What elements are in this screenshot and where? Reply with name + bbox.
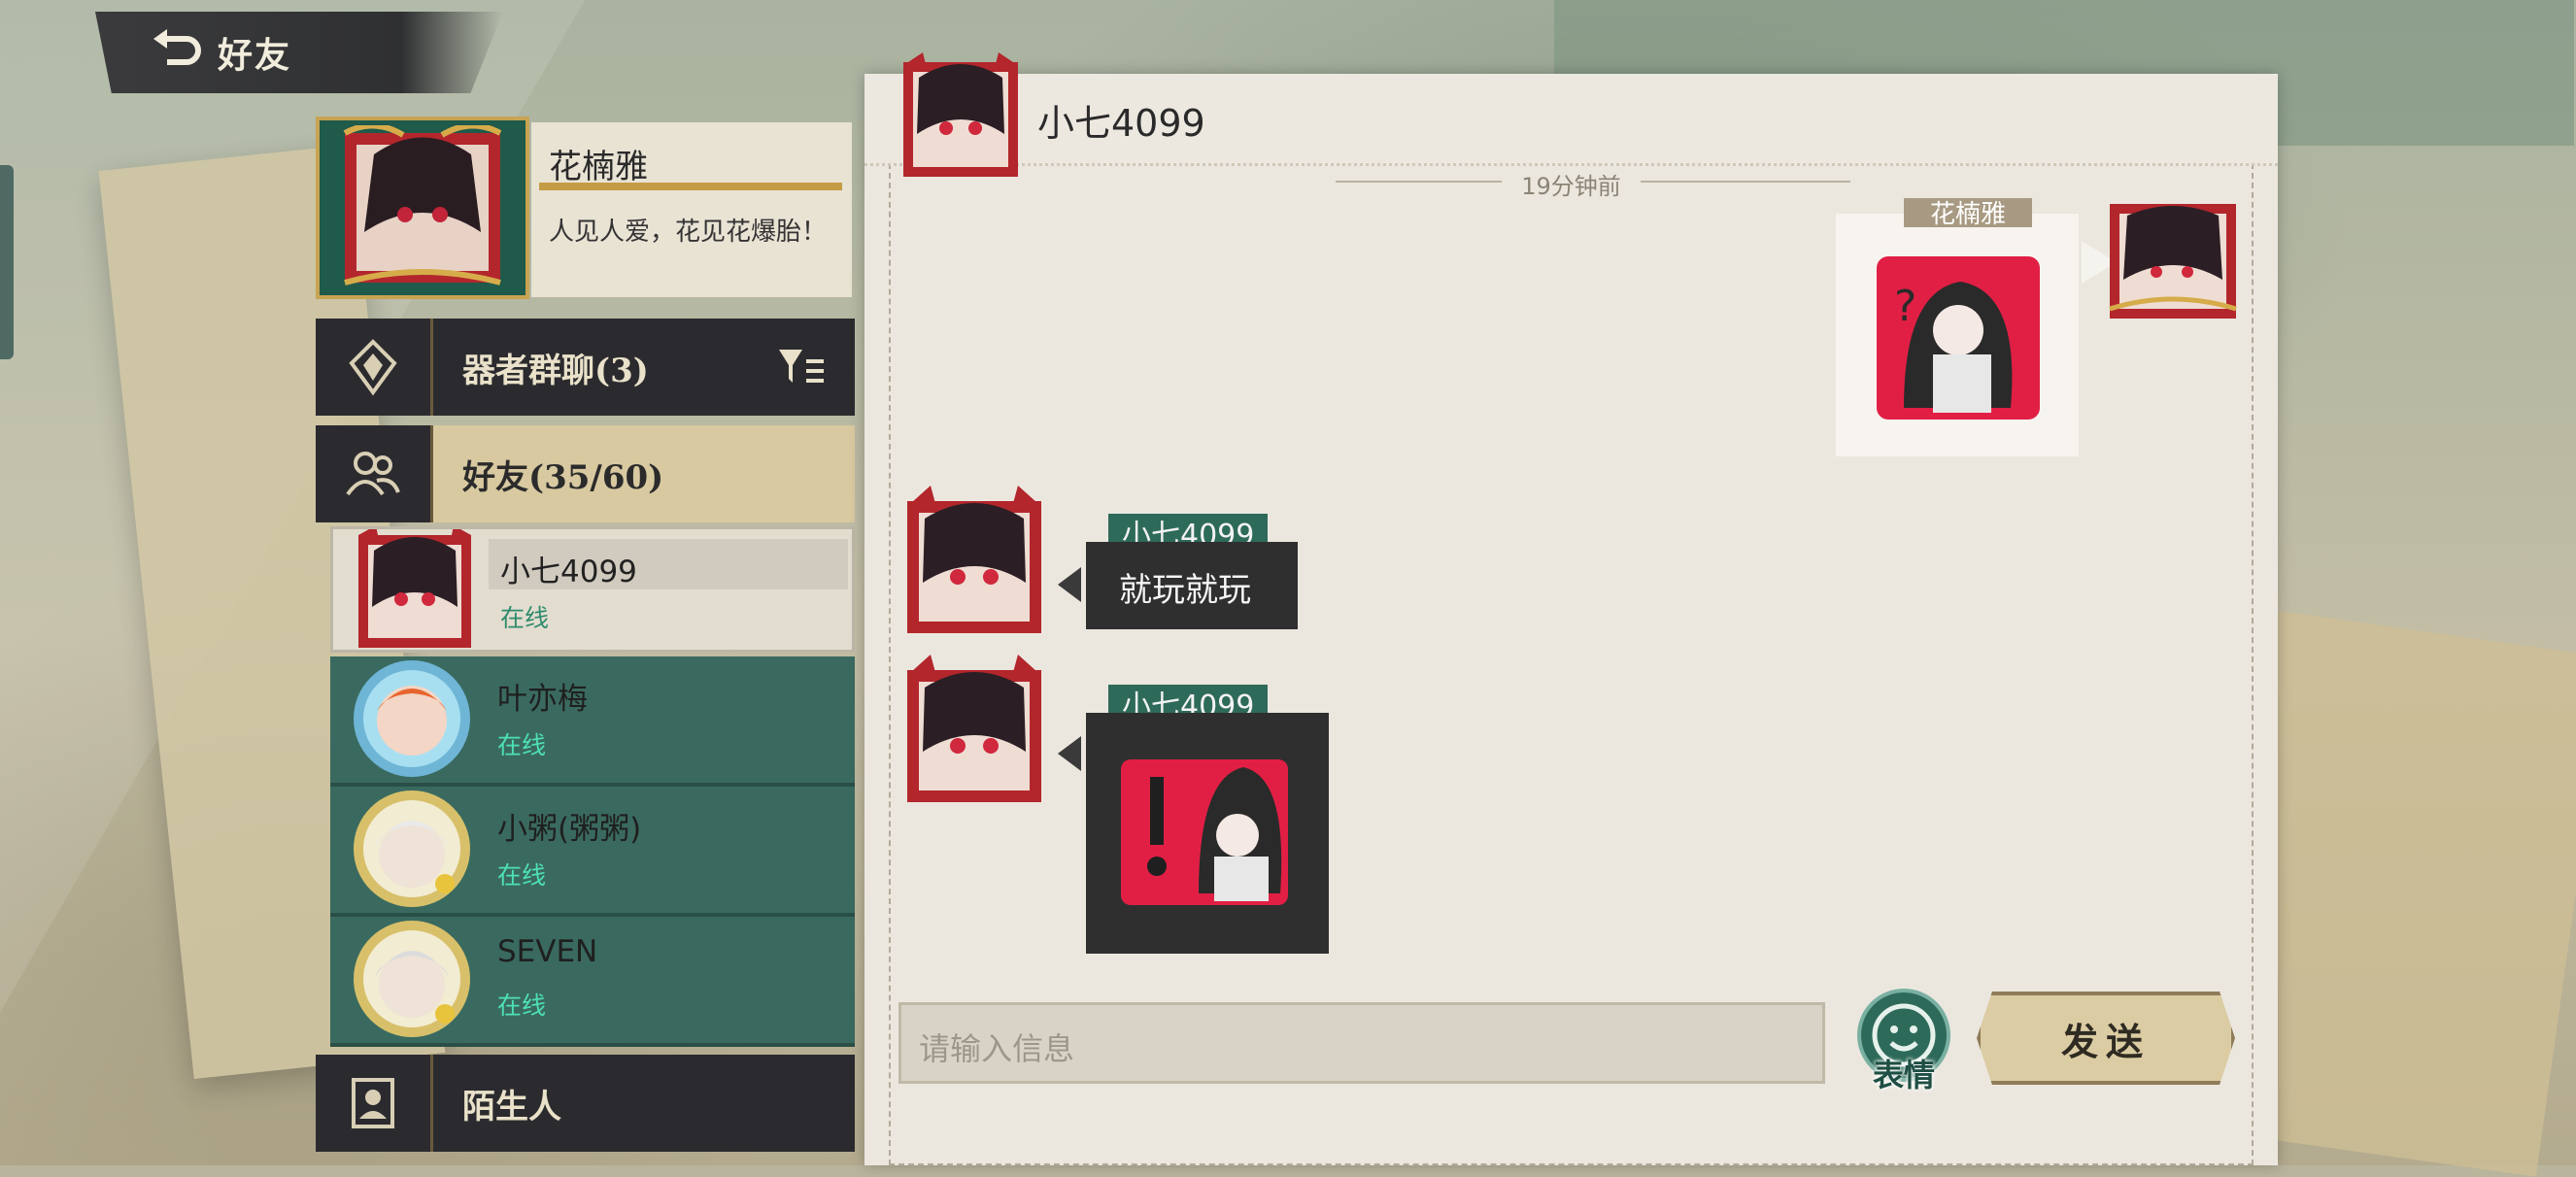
category-friends[interactable]: 好友(35/60) [316, 425, 855, 522]
my-avatar[interactable] [316, 117, 529, 299]
friend-avatar-icon [354, 660, 470, 777]
category-strangers[interactable]: 陌生人 [316, 1055, 855, 1152]
message-input[interactable]: 请输入信息 [898, 1002, 1825, 1084]
back-icon[interactable] [152, 29, 206, 76]
sticker-surprised-icon [1121, 759, 1288, 905]
send-button[interactable]: 发送 [1977, 992, 2235, 1085]
chat-partner-avatar-icon[interactable] [899, 52, 1022, 181]
message-bubble[interactable]: 就玩就玩 [1086, 542, 1298, 629]
category-group-chat[interactable]: 器者群聊(3) [316, 319, 855, 416]
friend-name: 叶亦梅 [497, 682, 588, 717]
friend-avatar-icon [354, 921, 470, 1037]
group-chat-icon-box [316, 319, 433, 416]
friends-icon-box [316, 425, 433, 522]
friends-icon [346, 452, 400, 496]
friend-status: 在线 [497, 731, 547, 759]
category-label: 好友(35/60) [462, 457, 664, 497]
message-bubble[interactable] [1086, 713, 1329, 954]
friend-status: 在线 [500, 604, 550, 632]
sticker-confused-icon: ? [1877, 256, 2040, 420]
sender-avatar-icon[interactable] [901, 482, 1047, 637]
bubble-tail [1058, 567, 1081, 602]
message-text: 就玩就玩 [1119, 571, 1251, 610]
header-bar: 好友 [95, 12, 503, 93]
friend-avatar-icon [358, 529, 471, 648]
send-label: 发送 [2060, 1019, 2151, 1063]
my-name: 花楠雅 [549, 148, 648, 186]
friends-panel: 花楠雅 人见人爱，花见花爆胎！ 器者群聊(3) 好友(35/60) 小七4099… [316, 117, 860, 1165]
strangers-icon-box [316, 1055, 433, 1152]
friend-name: SEVEN [497, 934, 598, 969]
my-message-name: 花楠雅 [1904, 198, 2032, 227]
friend-item[interactable]: 小粥(粥粥) 在线 [330, 787, 855, 917]
category-label: 陌生人 [462, 1087, 561, 1127]
emoji-label: 表情 [1872, 1057, 1935, 1093]
filter-icon[interactable] [777, 346, 826, 388]
friend-item[interactable]: 小七4099 在线 [330, 526, 855, 653]
my-profile-card: 花楠雅 人见人爱，花见花爆胎！ [316, 117, 855, 301]
chat-header: 小七4099 [864, 74, 2278, 166]
chat-panel: 小七4099 19分钟前 ? 花楠雅 小七4099 就玩就玩 小七4099 请输… [864, 52, 2278, 1165]
friend-avatar-icon [354, 790, 470, 907]
page-title: 好友 [218, 35, 292, 76]
my-signature: 人见人爱，花见花爆胎！ [549, 218, 828, 247]
friend-name: 小七4099 [500, 555, 637, 589]
stranger-icon [352, 1078, 394, 1128]
profile-info: 花楠雅 人见人爱，花见花爆胎！ [531, 122, 852, 297]
group-chat-icon [349, 339, 397, 396]
my-message-avatar-icon [2109, 204, 2237, 319]
name-underline [539, 183, 842, 190]
friend-status: 在线 [497, 861, 547, 890]
side-tab[interactable] [0, 165, 14, 359]
friend-name: 小粥(粥粥) [497, 812, 642, 847]
sender-avatar-icon[interactable] [901, 651, 1047, 806]
bubble-tail [1058, 736, 1081, 771]
friend-status: 在线 [497, 992, 547, 1020]
my-message-bubble[interactable]: ? [1836, 214, 2079, 456]
friend-item[interactable]: SEVEN 在线 [330, 917, 855, 1047]
svg-text:?: ? [1894, 282, 1916, 331]
category-label: 器者群聊(3) [462, 351, 649, 390]
time-divider-label: 19分钟前 [1502, 173, 1641, 200]
input-placeholder: 请输入信息 [919, 1030, 1075, 1067]
time-divider: 19分钟前 [864, 167, 2278, 201]
chat-title: 小七4099 [1037, 102, 1205, 145]
friend-item[interactable]: 叶亦梅 在线 [330, 656, 855, 787]
avatar-portrait-icon [343, 125, 502, 286]
